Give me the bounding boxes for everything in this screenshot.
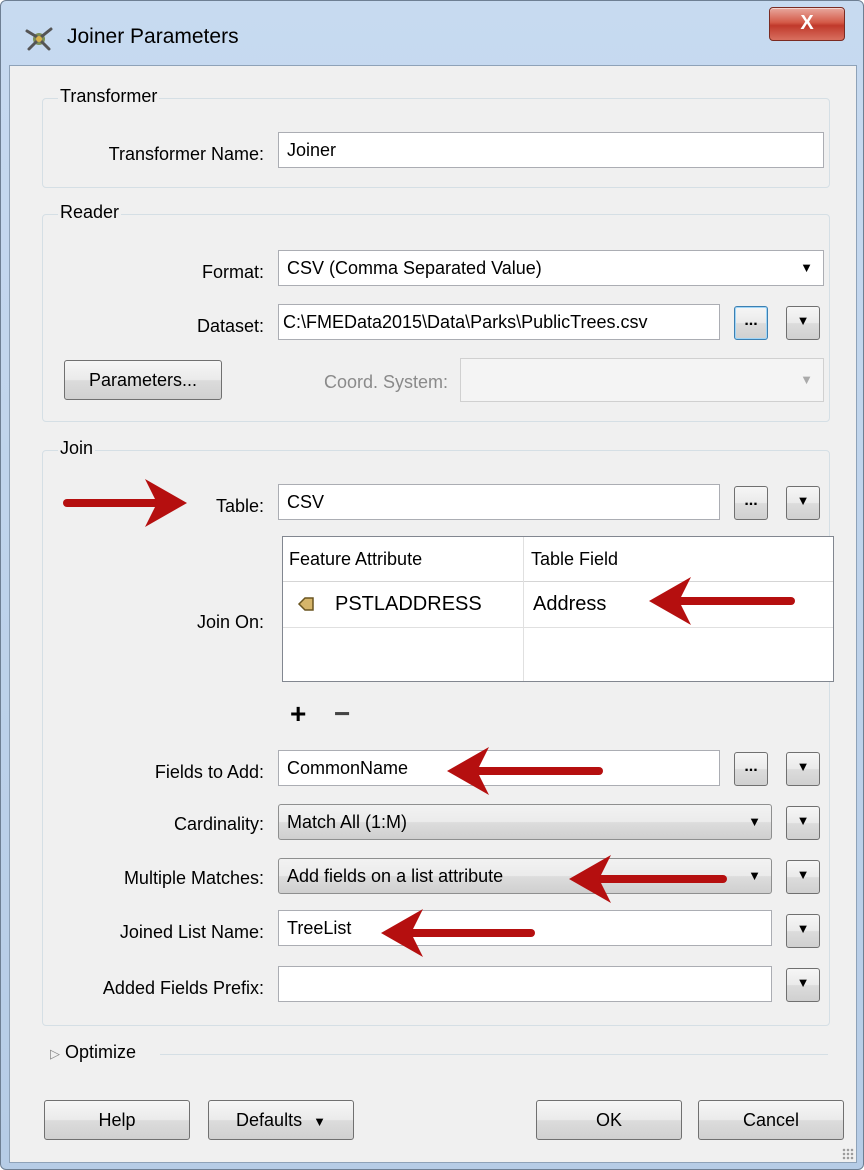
- added-fields-prefix-input[interactable]: [278, 966, 772, 1002]
- table-row-table-field[interactable]: Address: [533, 593, 606, 616]
- chevron-down-icon: ▼: [313, 1114, 326, 1129]
- dataset-input[interactable]: C:\FMEData2015\Data\Parks\PublicTrees.cs…: [278, 304, 720, 340]
- multiple-matches-dropdown[interactable]: Add fields on a list attribute ▼: [278, 858, 772, 894]
- multiple-matches-label: Multiple Matches:: [123, 868, 264, 888]
- defaults-button[interactable]: Defaults ▼: [208, 1100, 354, 1140]
- table-browse-button[interactable]: ...: [734, 486, 768, 520]
- cancel-button[interactable]: Cancel: [698, 1100, 844, 1140]
- table-row-feature-attribute[interactable]: PSTLADDRESS: [335, 593, 482, 616]
- transformer-name-label: Transformer Name:: [108, 144, 264, 164]
- chevron-down-icon: ▼: [800, 260, 813, 275]
- reader-group-title: Reader: [58, 202, 122, 223]
- joined-list-name-input[interactable]: TreeList: [278, 910, 772, 946]
- join-on-label: Join On:: [196, 612, 264, 632]
- fields-to-add-input[interactable]: CommonName: [278, 750, 720, 786]
- coord-system-label: Coord. System:: [323, 372, 448, 392]
- table-header: Feature Attribute Table Field: [283, 537, 833, 582]
- triangle-right-icon: ▷: [50, 1046, 60, 1061]
- defaults-label: Defaults: [236, 1110, 303, 1130]
- chevron-down-icon: ▼: [796, 921, 810, 936]
- joined-list-name-label: Joined List Name:: [119, 922, 264, 942]
- close-icon: X: [800, 12, 814, 34]
- table-input[interactable]: CSV: [278, 484, 720, 520]
- format-label: Format:: [201, 262, 264, 282]
- join-on-table: Feature Attribute Table Field PSTLADDRES…: [282, 536, 834, 682]
- multiple-matches-value: Add fields on a list attribute: [287, 866, 504, 886]
- chevron-down-icon: ▼: [800, 372, 813, 387]
- column-divider: [523, 537, 524, 681]
- chevron-down-icon: ▼: [796, 975, 810, 990]
- join-group-title: Join: [58, 438, 96, 459]
- chevron-down-icon: ▼: [796, 759, 810, 774]
- attribute-icon: [297, 597, 314, 611]
- fields-to-add-label: Fields to Add:: [154, 762, 264, 782]
- chevron-down-icon: ▼: [796, 867, 810, 882]
- joiner-parameters-dialog: Joiner Parameters X Transformer Transfor…: [0, 0, 864, 1170]
- multiple-matches-menu-button[interactable]: ▼: [786, 860, 820, 894]
- chevron-down-icon: ▼: [796, 313, 810, 328]
- cardinality-menu-button[interactable]: ▼: [786, 806, 820, 840]
- column-header-table-field: Table Field: [531, 549, 619, 569]
- row-divider: [283, 627, 833, 628]
- table-label: Table:: [215, 496, 264, 516]
- chevron-down-icon: ▼: [748, 868, 761, 883]
- dialog-client-area: Transformer Transformer Name: Joiner Rea…: [9, 65, 857, 1163]
- table-menu-button[interactable]: ▼: [786, 486, 820, 520]
- optimize-section-toggle[interactable]: ▷ Optimize: [50, 1042, 136, 1063]
- transformer-group-title: Transformer: [58, 86, 160, 107]
- fields-to-add-browse-button[interactable]: ...: [734, 752, 768, 786]
- dataset-menu-button[interactable]: ▼: [786, 306, 820, 340]
- cardinality-label: Cardinality:: [173, 814, 264, 834]
- format-dropdown[interactable]: CSV (Comma Separated Value) ▼: [278, 250, 824, 286]
- cardinality-dropdown[interactable]: Match All (1:M) ▼: [278, 804, 772, 840]
- joiner-transformer-icon: [25, 27, 53, 51]
- optimize-label: Optimize: [65, 1042, 137, 1062]
- fields-to-add-menu-button[interactable]: ▼: [786, 752, 820, 786]
- added-fields-prefix-label: Added Fields Prefix:: [102, 978, 264, 998]
- joined-list-name-menu-button[interactable]: ▼: [786, 914, 820, 948]
- coord-system-dropdown: ▼: [460, 358, 824, 402]
- dialog-title: Joiner Parameters: [67, 25, 239, 48]
- format-value: CSV (Comma Separated Value): [287, 258, 542, 278]
- added-fields-prefix-menu-button[interactable]: ▼: [786, 968, 820, 1002]
- resize-grip[interactable]: [842, 1148, 854, 1160]
- transformer-name-input[interactable]: Joiner: [278, 132, 824, 168]
- help-button[interactable]: Help: [44, 1100, 190, 1140]
- ok-button[interactable]: OK: [536, 1100, 682, 1140]
- remove-row-button[interactable]: −: [334, 698, 350, 730]
- chevron-down-icon: ▼: [796, 813, 810, 828]
- chevron-down-icon: ▼: [796, 493, 810, 508]
- parameters-button[interactable]: Parameters...: [64, 360, 222, 400]
- add-row-button[interactable]: +: [290, 698, 306, 730]
- chevron-down-icon: ▼: [748, 814, 761, 829]
- dataset-browse-button[interactable]: ...: [734, 306, 768, 340]
- column-header-feature-attribute: Feature Attribute: [289, 549, 423, 569]
- cardinality-value: Match All (1:M): [287, 812, 408, 832]
- close-button[interactable]: X: [769, 7, 845, 41]
- optimize-divider: [160, 1054, 828, 1055]
- dataset-label: Dataset:: [196, 316, 264, 336]
